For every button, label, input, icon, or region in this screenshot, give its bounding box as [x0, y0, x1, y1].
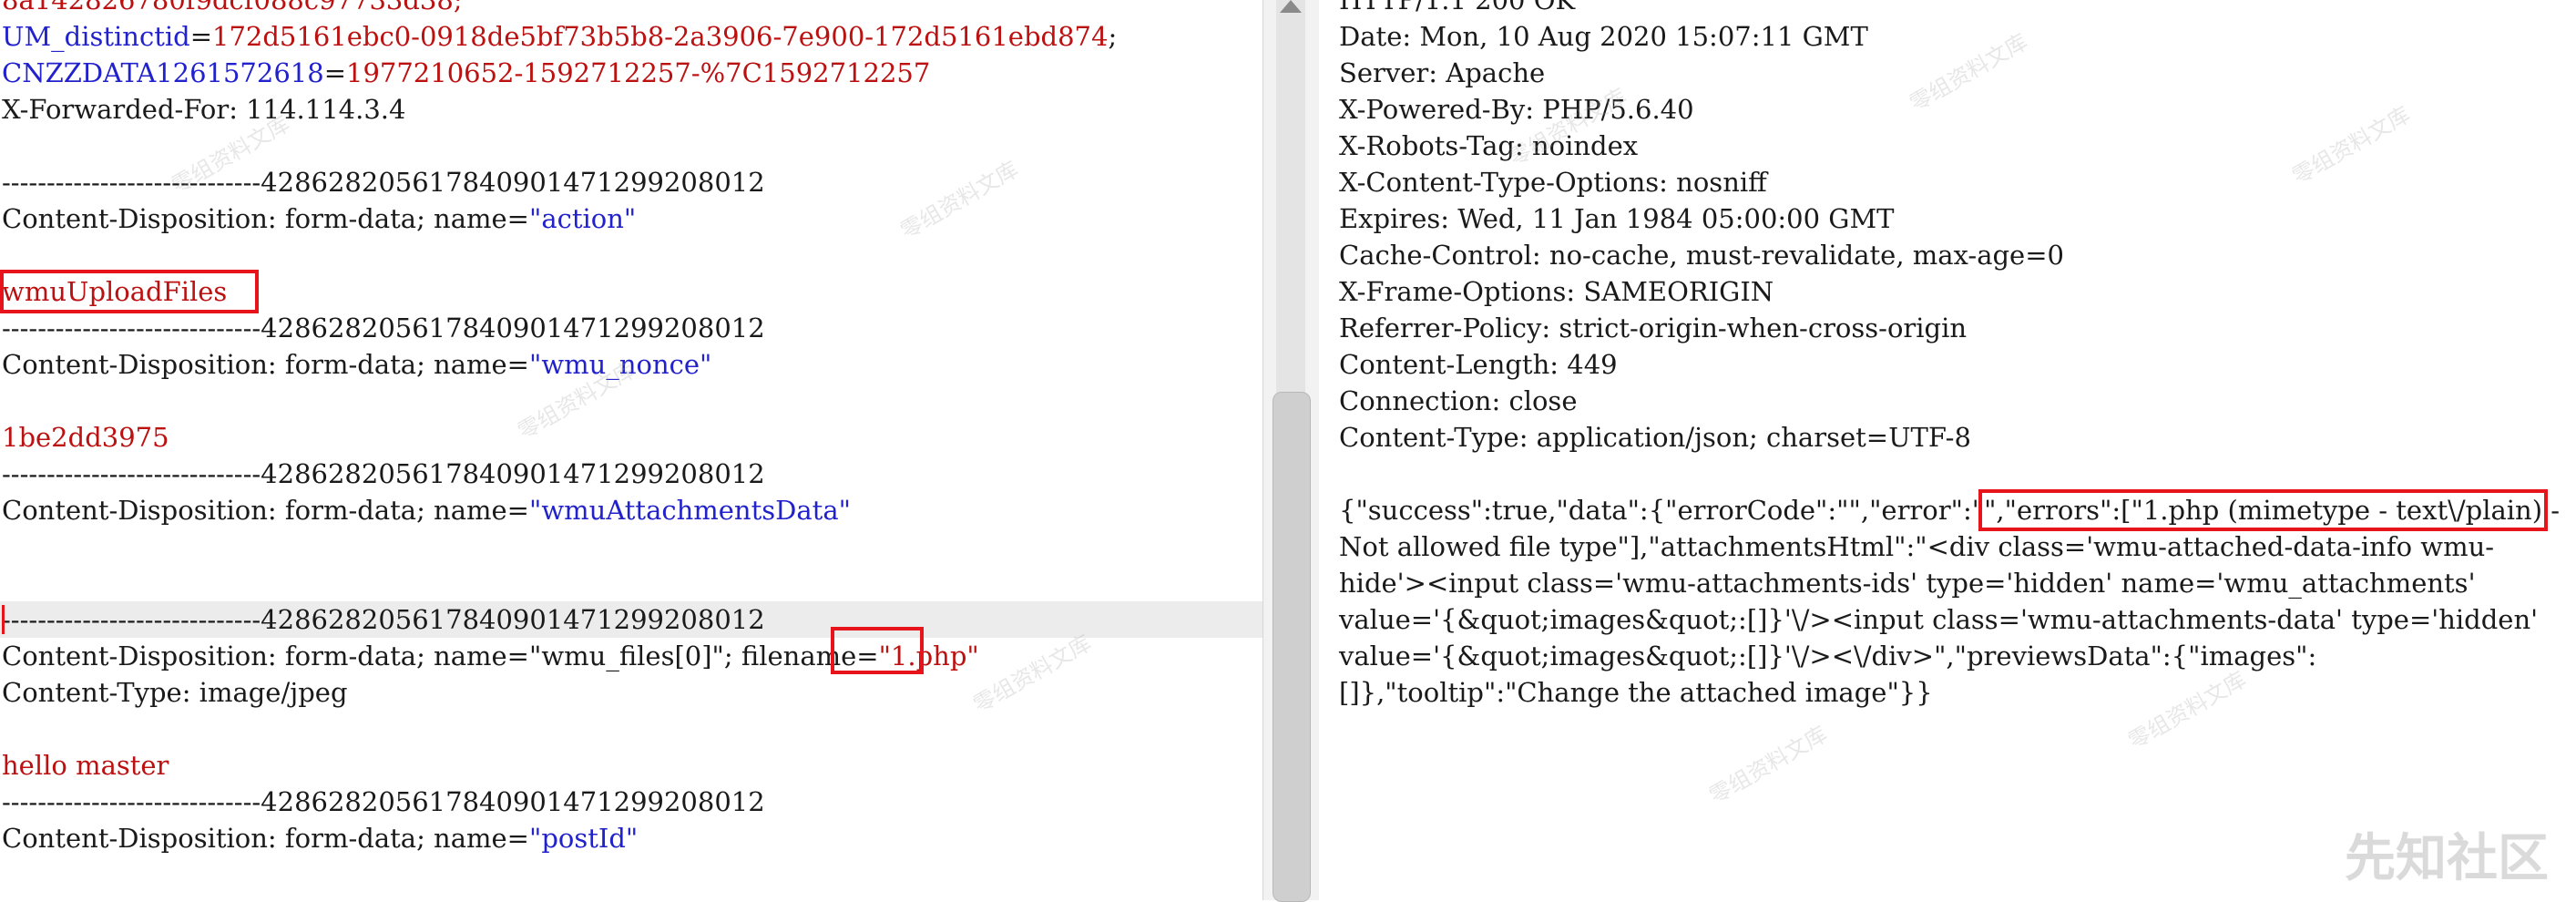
response-header: Content-Type: application/json; charset=… [1339, 422, 1971, 453]
json-errors-highlight: ","errors":["1.php (mimetype - text\/pla… [1978, 489, 2549, 531]
boundary-line: -----------------------------42862820561… [2, 167, 765, 198]
field-name-nonce: "wmu_nonce" [528, 349, 712, 380]
content-disposition-action: Content-Disposition: form-data; name="ac… [2, 200, 636, 237]
response-pane[interactable]: HTTP/1.1 200 OK Date: Mon, 10 Aug 2020 1… [1319, 0, 2576, 900]
watermark-text: 零组资料文库 [2287, 101, 2415, 190]
response-header: X-Powered-By: PHP/5.6.40 [1339, 94, 1694, 125]
cookie-cnzz-key: CNZZDATA1261572618 [2, 57, 324, 88]
response-header: Date: Mon, 10 Aug 2020 15:07:11 GMT [1339, 21, 1868, 52]
content-disposition-postid: Content-Disposition: form-data; name="po… [2, 820, 638, 856]
cookie-tail: 8a142826780f9dcf088c97733d38; [2, 0, 463, 15]
cookie-um-key: UM_distinctid [2, 21, 190, 52]
field-name-postid: "postId" [528, 823, 639, 854]
cookie-cnzz-value: 1977210652-1592712257-%7C1592712257 [346, 57, 931, 88]
site-logo: 先知社区 [2345, 829, 2549, 888]
response-header: Content-Length: 449 [1339, 349, 1618, 380]
vertical-scrollbar[interactable] [1262, 0, 1321, 902]
response-header: X-Frame-Options: SAMEORIGIN [1339, 276, 1774, 307]
boundary-line: -----------------------------42862820561… [2, 786, 765, 817]
file-body: hello master [2, 750, 169, 781]
watermark-text: 零组资料文库 [1905, 28, 2032, 117]
boundary-line: -----------------------------42862820561… [2, 313, 765, 343]
response-header: Cache-Control: no-cache, must-revalidate… [1339, 240, 2064, 271]
scrollbar-thumb[interactable] [1273, 392, 1311, 902]
json-body-start: {"success":true,"data":{"errorCode":"","… [1339, 495, 1985, 526]
content-disposition-attachments: Content-Disposition: form-data; name="wm… [2, 492, 851, 528]
file-cd-prefix: Content-Disposition: form-data; name="wm… [2, 641, 879, 671]
field-name-attachments: "wmuAttachmentsData" [528, 495, 851, 526]
field-name-action: "action" [528, 203, 637, 234]
text-cursor [2, 605, 5, 634]
content-disposition-nonce: Content-Disposition: form-data; name="wm… [2, 346, 711, 383]
response-header: Server: Apache [1339, 57, 1546, 88]
boundary-line: -----------------------------42862820561… [2, 604, 765, 635]
content-type-header: Content-Type: image/jpeg [2, 677, 348, 708]
json-body-rest: - Not allowed file type"],"attachmentsHt… [1339, 495, 2561, 708]
cookie-um-value: 172d5161ebc0-0918de5bf73b5b8-2a3906-7e90… [212, 21, 1109, 52]
response-status-line: HTTP/1.1 200 OK [1339, 0, 1576, 15]
scroll-up-arrow-icon[interactable] [1280, 0, 1302, 13]
watermark-text: 零组资料文库 [968, 630, 1096, 718]
response-header: Referrer-Policy: strict-origin-when-cros… [1339, 313, 1968, 343]
cd-prefix: Content-Disposition: form-data; name= [2, 823, 529, 854]
boundary-line: -----------------------------42862820561… [2, 458, 765, 489]
watermark-text: 零组资料文库 [1704, 721, 1832, 809]
x-forwarded-for-header: X-Forwarded-For: 114.114.3.4 [2, 94, 406, 125]
response-header: Expires: Wed, 11 Jan 1984 05:00:00 GMT [1339, 203, 1895, 234]
response-header: Connection: close [1339, 385, 1578, 416]
cd-prefix: Content-Disposition: form-data; name= [2, 495, 529, 526]
response-header: X-Content-Type-Options: nosniff [1339, 167, 1767, 198]
request-pane[interactable]: 8a142826780f9dcf088c97733d38; UM_distinc… [0, 0, 1262, 900]
response-header: X-Robots-Tag: noindex [1339, 130, 1639, 161]
watermark-text: 零组资料文库 [895, 156, 1023, 244]
cd-prefix: Content-Disposition: form-data; name= [2, 349, 529, 380]
cookie-cnzz-line: CNZZDATA1261572618=1977210652-1592712257… [2, 57, 931, 88]
cd-prefix: Content-Disposition: form-data; name= [2, 203, 529, 234]
field-value-nonce: 1be2dd3975 [2, 422, 169, 453]
response-json-body: {"success":true,"data":{"errorCode":"","… [1339, 489, 2569, 711]
cookie-um-line: UM_distinctid=172d5161ebc0-0918de5bf73b5… [2, 21, 1118, 52]
highlight-box-action-value [0, 270, 259, 313]
highlight-box-filename [831, 627, 924, 674]
